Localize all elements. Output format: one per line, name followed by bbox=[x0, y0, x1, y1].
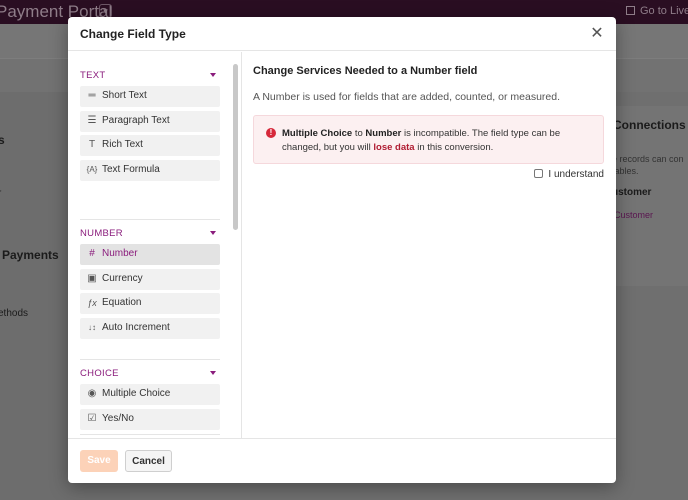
section-label: NUMBER bbox=[80, 228, 123, 239]
bg-right-text: Connections bbox=[613, 118, 686, 132]
caret-down-icon bbox=[210, 73, 216, 77]
section-header-number[interactable]: NUMBER bbox=[80, 222, 220, 244]
field-type-short-text[interactable]: ═ Short Text bbox=[80, 86, 220, 107]
chevron-down-icon: ▾ bbox=[99, 4, 112, 18]
error-icon: ! bbox=[266, 128, 276, 138]
field-type-paragraph-text[interactable]: ☰ Paragraph Text bbox=[80, 110, 220, 132]
field-type-multiple-choice[interactable]: ◉ Multiple Choice bbox=[80, 384, 220, 405]
field-type-list[interactable]: TEXT ═ Short Text ☰ Paragraph Text T Ric… bbox=[68, 52, 242, 438]
field-type-label: Auto Increment bbox=[102, 322, 170, 334]
equation-icon: ƒx bbox=[87, 298, 97, 309]
field-type-text-formula[interactable]: {A} Text Formula bbox=[80, 160, 220, 182]
close-icon[interactable]: ✕ bbox=[588, 25, 606, 43]
auto-increment-icon: ↓↕ bbox=[88, 323, 96, 333]
field-type-number[interactable]: # Number bbox=[80, 244, 220, 265]
field-type-currency[interactable]: ▣ Currency bbox=[80, 268, 220, 290]
section-number: NUMBER # Number ▣ Currency ƒx Equation ↓… bbox=[80, 222, 220, 343]
external-link-icon bbox=[626, 6, 635, 15]
change-field-type-dialog: Change Field Type ✕ TEXT ═ Short Text ☰ … bbox=[68, 17, 616, 483]
field-type-yes-no[interactable]: ☑ Yes/No bbox=[80, 408, 220, 430]
section-label: CHOICE bbox=[80, 368, 119, 379]
cancel-button[interactable]: Cancel bbox=[125, 450, 172, 472]
change-title: Change Services Needed to a Number field bbox=[253, 65, 478, 77]
bg-right-text: ustomer bbox=[612, 187, 652, 198]
field-type-label: Paragraph Text bbox=[102, 114, 170, 126]
bg-left-text: ethods bbox=[0, 308, 29, 319]
go-live-link: Go to Live bbox=[626, 5, 688, 17]
section-choice: CHOICE ◉ Multiple Choice ☑ Yes/No bbox=[80, 362, 220, 433]
bg-right-text: e records can con bbox=[612, 154, 684, 164]
field-type-label: Number bbox=[102, 248, 138, 259]
field-type-label: Rich Text bbox=[102, 139, 143, 151]
field-change-panel: Change Services Needed to a Number field… bbox=[243, 52, 616, 438]
section-header-text[interactable]: TEXT bbox=[80, 64, 220, 86]
section-text: TEXT ═ Short Text ☰ Paragraph Text T Ric… bbox=[80, 64, 220, 185]
incompatible-warning: ! Multiple Choice to Number is incompati… bbox=[253, 115, 604, 164]
multiple-choice-icon: ◉ bbox=[87, 388, 97, 399]
text-formula-icon: {A} bbox=[86, 165, 98, 175]
yes-no-icon: ☑ bbox=[87, 412, 97, 424]
dialog-title: Change Field Type bbox=[80, 27, 186, 41]
dialog-header: Change Field Type ✕ bbox=[68, 17, 616, 51]
rich-text-icon: T bbox=[88, 139, 96, 151]
field-type-rich-text[interactable]: T Rich Text bbox=[80, 135, 220, 157]
field-type-label: Equation bbox=[102, 297, 142, 309]
section-header-choice[interactable]: CHOICE bbox=[80, 362, 220, 384]
section-divider bbox=[80, 219, 220, 220]
field-type-equation[interactable]: ƒx Equation bbox=[80, 293, 220, 315]
short-text-icon: ═ bbox=[88, 90, 96, 101]
to-word: to bbox=[354, 128, 363, 139]
field-type-label: Currency bbox=[102, 272, 143, 284]
bg-left-text: s bbox=[0, 133, 5, 147]
understand-checkbox[interactable] bbox=[534, 169, 544, 178]
caret-down-icon bbox=[210, 371, 216, 375]
field-type-label: Multiple Choice bbox=[102, 388, 171, 399]
field-type-label: Text Formula bbox=[102, 164, 160, 176]
warning-text: Multiple Choice to Number is incompatibl… bbox=[282, 127, 592, 155]
sidebar-scrollbar[interactable] bbox=[233, 64, 238, 230]
understand-label: I understand bbox=[548, 169, 604, 180]
bg-left-text: r bbox=[0, 188, 1, 199]
section-divider bbox=[80, 434, 220, 435]
save-button[interactable]: Save bbox=[80, 450, 118, 472]
caret-down-icon bbox=[210, 231, 216, 235]
field-type-label: Yes/No bbox=[102, 412, 134, 424]
warning-message-end: in this conversion. bbox=[417, 142, 494, 153]
field-type-label: Short Text bbox=[102, 90, 147, 101]
understand-checkbox-row[interactable]: I understand bbox=[534, 169, 604, 180]
bg-right-text: Customer bbox=[614, 210, 654, 220]
go-live-label: Go to Live bbox=[640, 5, 688, 17]
dialog-footer: Save Cancel bbox=[68, 438, 616, 483]
type-description: A Number is used for fields that are add… bbox=[253, 91, 561, 103]
paragraph-text-icon: ☰ bbox=[87, 114, 97, 126]
section-label: TEXT bbox=[80, 70, 106, 81]
field-type-auto-increment[interactable]: ↓↕ Auto Increment bbox=[80, 318, 220, 340]
bg-left-text: Payments bbox=[2, 248, 59, 262]
number-icon: # bbox=[89, 248, 95, 259]
to-type: Number bbox=[365, 128, 402, 139]
currency-icon: ▣ bbox=[87, 272, 97, 284]
section-divider bbox=[80, 359, 220, 360]
lose-data-text: lose data bbox=[373, 142, 415, 153]
from-type: Multiple Choice bbox=[282, 128, 353, 139]
